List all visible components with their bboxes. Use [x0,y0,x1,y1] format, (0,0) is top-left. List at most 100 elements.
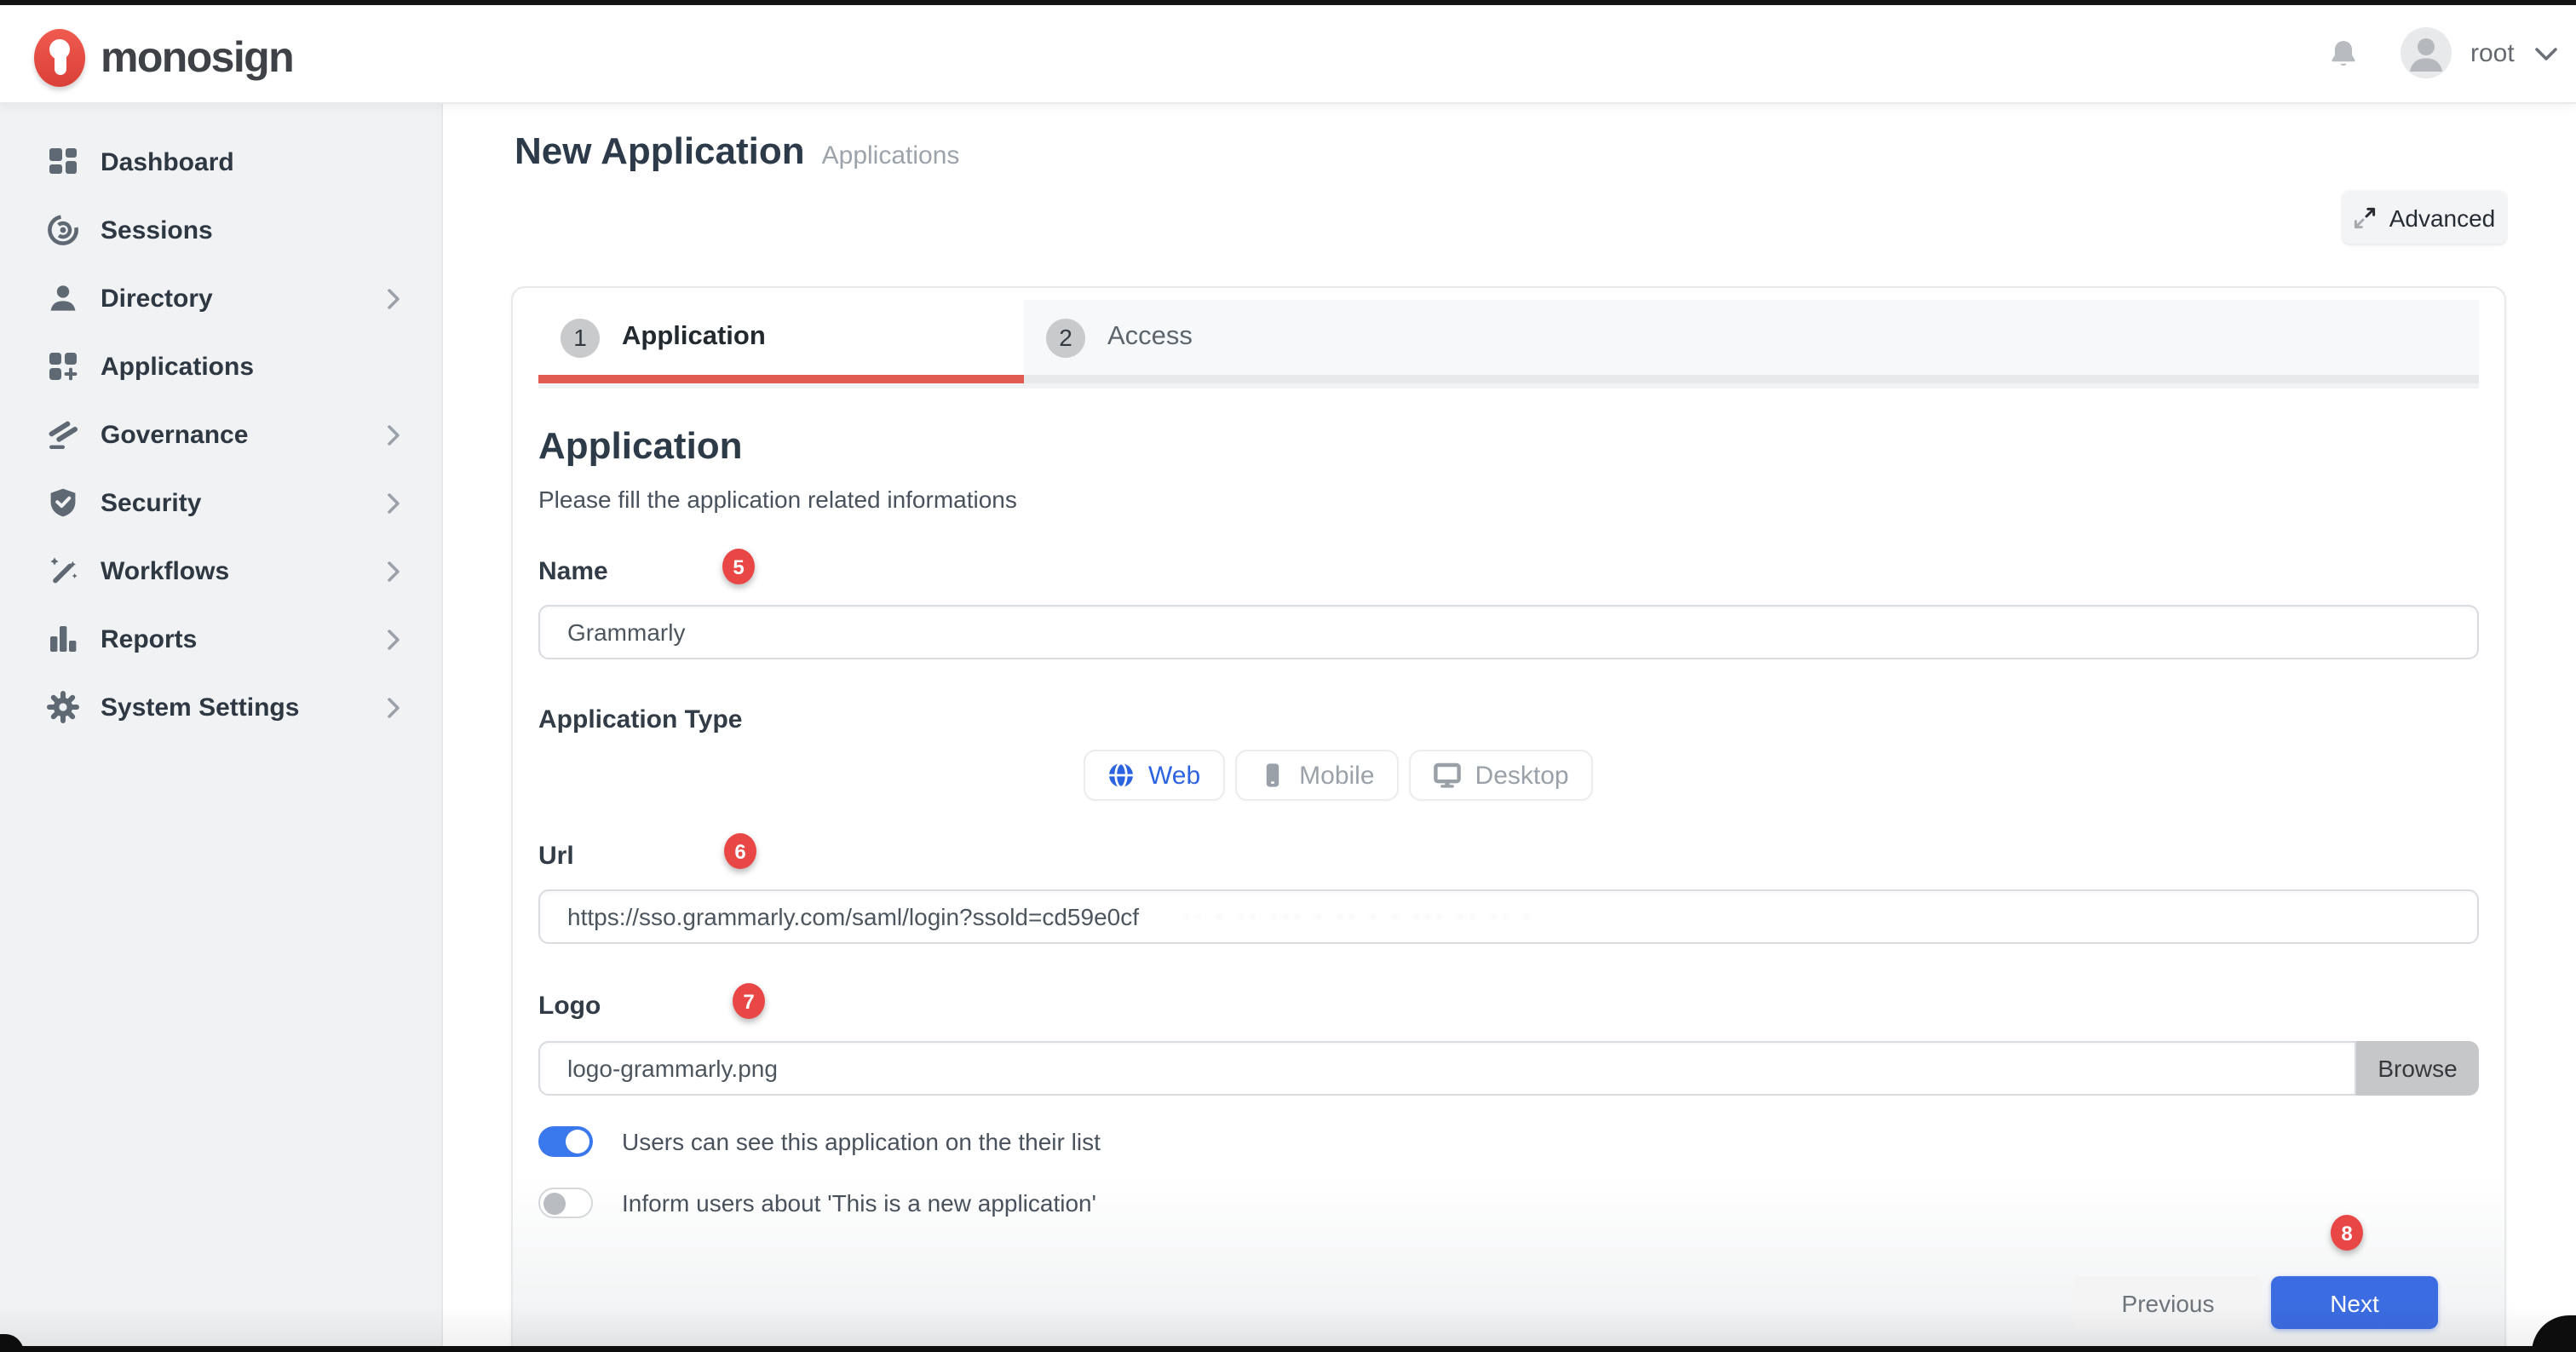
type-option-label: Web [1148,761,1200,790]
sidebar-item-reports[interactable]: Reports [0,605,441,673]
url-input[interactable]: https://sso.grammarly.com/saml/login?sso… [538,889,2479,944]
chevron-right-icon [387,629,400,659]
screen-top-edge [0,0,2576,5]
user-menu[interactable]: root [2470,39,2557,68]
gear-icon [46,690,80,724]
mobile-icon [1258,762,1285,789]
type-option-label: Desktop [1475,761,1569,790]
toggle-label: Users can see this application on the th… [622,1128,1101,1155]
brand-logo[interactable]: monosign [34,29,293,87]
sessions-icon [46,213,80,247]
annotation-badge-7: 7 [733,983,765,1019]
chevron-right-icon [387,561,400,591]
sidebar-item-label: Sessions [101,216,213,245]
sidebar-item-applications[interactable]: Applications [0,332,441,400]
type-option-desktop[interactable]: Desktop [1409,750,1593,801]
chevron-right-icon [387,492,400,523]
section-subtitle: Please fill the application related info… [538,486,1017,513]
sidebar-item-label: Security [101,488,201,517]
notifications-button[interactable] [2322,34,2363,75]
logo-input[interactable] [538,1041,2356,1096]
url-label: Url [538,842,574,871]
toggle-label: Inform users about 'This is a new applic… [622,1189,1096,1217]
globe-icon [1107,762,1135,789]
application-type-label: Application Type [538,705,742,734]
next-button[interactable]: Next [2271,1276,2438,1329]
type-option-mobile[interactable]: Mobile [1234,750,1398,801]
bar-chart-icon [46,622,80,656]
expand-arrows-icon [2354,205,2378,229]
tab-label: Application [622,322,766,353]
toggle-knob [566,1130,589,1154]
advanced-button[interactable]: Advanced [2343,191,2506,244]
chevron-right-icon [387,697,400,728]
person-silhouette-icon [2401,27,2452,78]
sidebar-item-label: System Settings [101,693,299,722]
sidebar: Dashboard Sessions Directory [0,104,443,1352]
sidebar-item-label: Dashboard [101,147,234,176]
sidebar-item-governance[interactable]: Governance [0,400,441,469]
annotation-badge-5: 5 [722,549,755,584]
dashboard-icon [46,145,80,179]
previous-button[interactable]: Previous [2073,1276,2263,1329]
page-head: New Application Applications [515,129,959,174]
topbar: monosign root [0,0,2576,104]
sidebar-item-system-settings[interactable]: System Settings [0,673,441,741]
inactive-tab-underline [1024,375,2479,383]
sidebar-item-label: Workflows [101,556,229,585]
browse-button[interactable]: Browse [2356,1041,2479,1096]
sidebar-item-label: Applications [101,352,254,381]
gavel-icon [46,417,80,452]
users-can-see-toggle[interactable] [538,1126,593,1157]
sidebar-item-sessions[interactable]: Sessions [0,196,441,264]
chevron-down-icon [2535,47,2557,60]
toggle-knob [543,1193,566,1215]
person-icon [46,281,80,315]
sidebar-item-label: Directory [101,284,213,313]
logo-label: Logo [538,992,601,1021]
tab-access[interactable]: 2 Access [1024,300,2479,375]
inform-users-toggle-row: Inform users about 'This is a new applic… [538,1188,1096,1218]
monosign-logo-icon [34,29,85,87]
user-name: root [2470,39,2515,68]
url-value: https://sso.grammarly.com/saml/login?sso… [567,903,1139,930]
brand-name: monosign [101,33,293,83]
screen-bottom-edge [0,1345,2576,1352]
chevron-right-icon [387,424,400,455]
type-option-label: Mobile [1299,761,1374,790]
type-option-web[interactable]: Web [1084,750,1224,801]
screen: monosign root [0,0,2576,1352]
annotation-badge-8: 8 [2331,1215,2363,1251]
page-title: New Application [515,129,805,174]
sidebar-item-security[interactable]: Security [0,469,441,537]
section-title: Application [538,424,743,469]
tab-application[interactable]: 1 Application [538,300,1024,375]
url-redacted-segment: ·· · ·· ··· · ·· · · ··· ·· ·· · [1183,906,1535,927]
tab-number-badge: 1 [561,318,600,357]
active-tab-underline [538,375,1024,383]
tab-label: Access [1107,322,1193,353]
advanced-label: Advanced [2389,204,2496,231]
new-application-card: 1 Application 2 Access Application Pleas… [511,286,2506,1352]
application-type-options: Web Mobile Desktop [1084,750,1593,801]
sidebar-item-directory[interactable]: Directory [0,264,441,332]
breadcrumb: Applications [822,141,960,170]
sidebar-item-dashboard[interactable]: Dashboard [0,128,441,196]
wizard-tabs: 1 Application 2 Access [538,300,2479,388]
tab-number-badge: 2 [1046,318,1085,357]
annotation-badge-6: 6 [724,833,756,869]
sidebar-item-label: Governance [101,420,248,449]
name-label: Name [538,557,608,586]
wand-icon [46,554,80,588]
tab-track [538,383,2479,388]
chevron-right-icon [387,288,400,319]
sidebar-item-workflows[interactable]: Workflows [0,537,441,605]
bell-icon [2326,37,2359,72]
apps-icon [46,349,80,383]
avatar[interactable] [2401,27,2452,78]
inform-users-toggle[interactable] [538,1188,593,1218]
visibility-toggle-row: Users can see this application on the th… [538,1126,1101,1157]
shield-icon [46,486,80,520]
desktop-icon [1433,762,1462,789]
name-input[interactable] [538,605,2479,659]
